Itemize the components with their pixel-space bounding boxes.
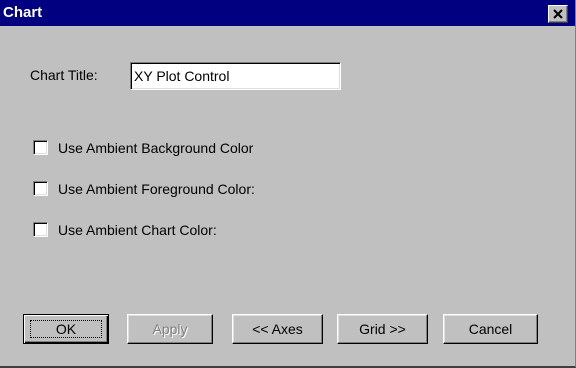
ambient-background-label[interactable]: Use Ambient Background Color [58,140,253,156]
ambient-chart-label[interactable]: Use Ambient Chart Color: [58,222,217,238]
close-icon [553,9,563,19]
ambient-foreground-label[interactable]: Use Ambient Foreground Color: [58,181,255,197]
ok-button[interactable]: OK [23,314,109,344]
chart-title-label: Chart Title: [30,67,98,83]
ambient-background-checkbox[interactable] [33,140,48,155]
close-button[interactable] [548,5,568,23]
axes-button[interactable]: << Axes [232,314,323,344]
chart-title-input[interactable] [130,62,341,90]
title-bar[interactable]: Chart [0,0,575,26]
ambient-chart-checkbox[interactable] [33,222,48,237]
apply-button[interactable]: Apply [127,314,213,344]
ambient-foreground-checkbox[interactable] [33,181,48,196]
ok-button-label: OK [30,320,102,338]
grid-button[interactable]: Grid >> [337,314,428,344]
cancel-button[interactable]: Cancel [443,314,538,344]
chart-dialog: Chart Chart Title: Use Ambient Backgroun… [0,0,576,368]
window-title: Chart [3,4,43,21]
